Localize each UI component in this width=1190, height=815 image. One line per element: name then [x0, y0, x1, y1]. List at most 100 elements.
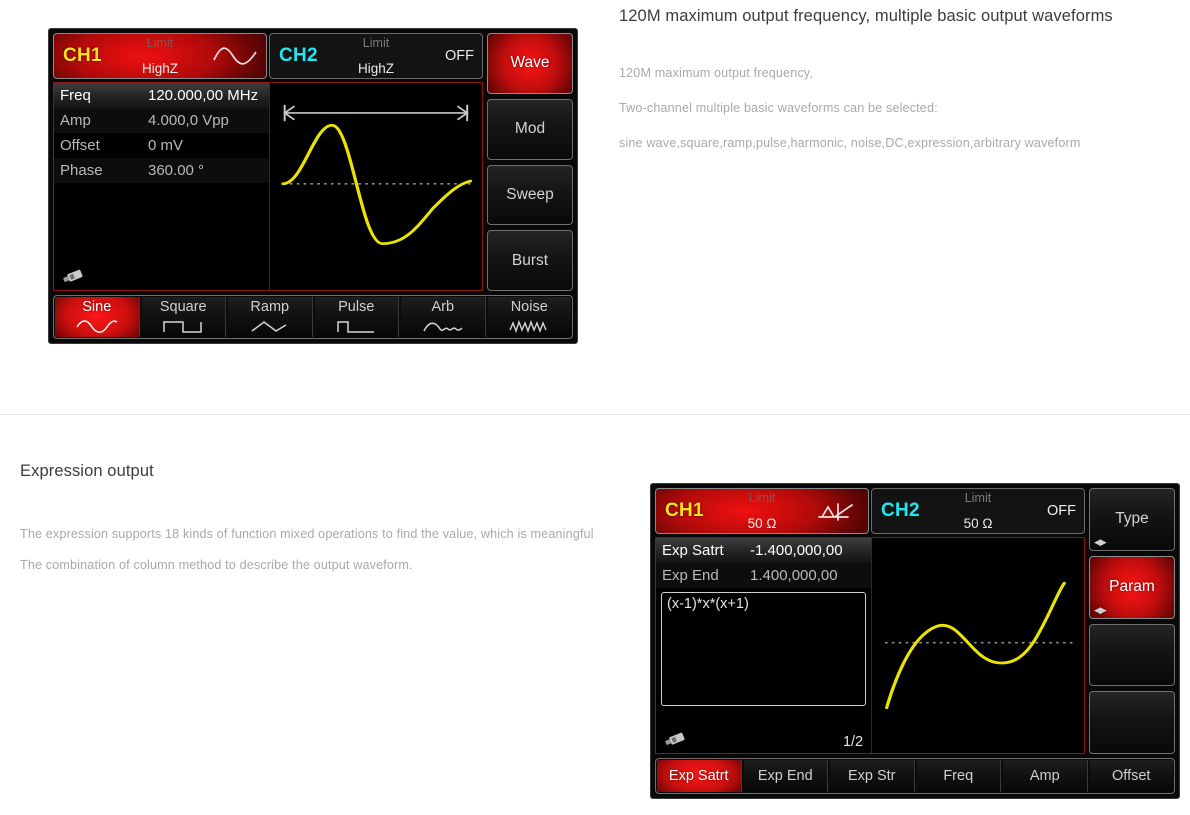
channel-status-bar: CH1 Limit HighZ CH2 Limit HighZ OFF — [53, 33, 483, 79]
menu-key-offset[interactable]: Offset — [1089, 760, 1173, 792]
menu-key-label: Arb — [431, 299, 455, 316]
param-row-phase[interactable]: Phase 360.00 ° — [54, 158, 270, 183]
soft-key-wave[interactable]: Wave — [487, 33, 573, 94]
soft-key-empty-3[interactable] — [1089, 623, 1175, 687]
channel-ch1-impedance: HighZ — [141, 61, 179, 76]
param-row-exp-start[interactable]: Exp Satrt -1.400,000,00 — [656, 538, 872, 563]
menu-key-label: Square — [159, 299, 207, 316]
parameter-list: Exp Satrt -1.400,000,00 Exp End 1.400,00… — [656, 538, 873, 753]
feature-body-bottom: The expression supports 18 kinds of func… — [20, 519, 595, 581]
menu-key-freq[interactable]: Freq — [916, 760, 1001, 792]
soft-key-sweep[interactable]: Sweep — [487, 164, 573, 226]
page-indicator: 1/2 — [842, 734, 864, 750]
menu-key-arb[interactable]: Arb — [401, 297, 486, 337]
channel-ch1-impedance: 50 Ω — [747, 516, 777, 531]
panel-upper-area: CH1 Limit 50 Ω CH2 Limit 50 Ω OFF Exp Sa… — [655, 488, 1175, 754]
panel-display-area: CH1 Limit HighZ CH2 Limit HighZ OFF Freq… — [53, 33, 483, 291]
left-right-arrows-icon: ◀▶ — [1094, 536, 1107, 547]
soft-key-column-bottom: Type ◀▶ Param ◀▶ — [1089, 488, 1175, 754]
menu-key-label: Exp Satrt — [668, 767, 729, 784]
param-row-amp[interactable]: Amp 4.000,0 Vpp — [54, 108, 270, 133]
menu-key-square[interactable]: Square — [141, 297, 226, 337]
menu-key-noise[interactable]: Noise — [487, 297, 571, 337]
feature-paragraph: Two-channel multiple basic waveforms can… — [619, 101, 938, 116]
menu-key-label: Exp Str — [847, 767, 896, 784]
menu-key-amp[interactable]: Amp — [1003, 760, 1088, 792]
feature-block-top: 120M maximum output frequency, multiple … — [619, 5, 1179, 152]
param-value: 4.000,0 Vpp — [148, 112, 229, 129]
menu-key-label: Exp End — [757, 767, 813, 784]
parameter-list: Freq 120.000,00 MHz Amp 4.000,0 Vpp Offs… — [54, 83, 271, 290]
param-value: 0 mV — [148, 137, 184, 154]
menu-key-ramp[interactable]: Ramp — [228, 297, 313, 337]
channel-ch2-limit-label: Limit — [964, 491, 992, 505]
usb-drive-icon — [663, 730, 689, 748]
menu-key-label: Amp — [1029, 767, 1060, 784]
soft-key-param[interactable]: Param ◀▶ — [1089, 555, 1175, 619]
soft-key-mod[interactable]: Mod — [487, 98, 573, 160]
section-divider — [0, 414, 1190, 415]
param-value: -1.400,000,00 — [750, 542, 843, 559]
main-screen: Freq 120.000,00 MHz Amp 4.000,0 Vpp Offs… — [53, 82, 483, 291]
arbitrary-wave-icon — [421, 319, 465, 334]
soft-key-label: Burst — [511, 251, 549, 269]
param-value: 360.00 ° — [148, 162, 205, 179]
channel-ch1-limit-label: Limit — [748, 491, 776, 505]
channel-ch2-status[interactable]: CH2 Limit 50 Ω OFF — [871, 488, 1085, 534]
menu-key-label: Offset — [1112, 767, 1151, 784]
channel-ch2-impedance: 50 Ω — [963, 516, 993, 531]
param-row-offset[interactable]: Offset 0 mV — [54, 133, 269, 158]
feature-heading-bottom: Expression output — [20, 462, 154, 480]
signal-generator-panel-bottom: CH1 Limit 50 Ω CH2 Limit 50 Ω OFF Exp Sa… — [650, 483, 1180, 799]
channel-ch2-name: CH2 — [279, 45, 318, 66]
menu-key-pulse[interactable]: Pulse — [314, 297, 399, 337]
waveform-preview-bottom — [872, 538, 1084, 753]
param-row-freq[interactable]: Freq 120.000,00 MHz — [54, 83, 270, 108]
noise-wave-icon — [507, 319, 551, 334]
menu-key-label: Pulse — [338, 299, 375, 316]
left-right-arrows-icon: ◀▶ — [1094, 604, 1107, 615]
usb-drive-icon — [61, 267, 87, 285]
channel-ch2-limit-label: Limit — [362, 36, 390, 50]
pulse-wave-icon — [334, 319, 378, 334]
menu-key-exp-start[interactable]: Exp Satrt — [657, 760, 742, 792]
expression-menu-bar: Exp Satrt Exp End Exp Str Freq Amp Offse… — [655, 758, 1175, 794]
panel-display-area: CH1 Limit 50 Ω CH2 Limit 50 Ω OFF Exp Sa… — [655, 488, 1085, 754]
menu-key-exp-end[interactable]: Exp End — [743, 760, 828, 792]
channel-ch1-name: CH1 — [665, 500, 704, 521]
soft-key-type[interactable]: Type ◀▶ — [1089, 488, 1175, 551]
feature-block-bottom: Expression output The expression support… — [20, 460, 595, 581]
menu-key-sine[interactable]: Sine — [55, 297, 140, 337]
channel-ch2-status[interactable]: CH2 Limit HighZ OFF — [269, 33, 483, 79]
sine-wave-icon — [212, 43, 258, 69]
waveform-preview-top — [270, 83, 482, 290]
channel-ch2-impedance: HighZ — [357, 61, 395, 76]
feature-body-top: 120M maximum output frequency, Two-chann… — [619, 65, 1179, 152]
channel-status-bar: CH1 Limit 50 Ω CH2 Limit 50 Ω OFF — [655, 488, 1085, 534]
soft-key-empty-4[interactable] — [1089, 691, 1175, 754]
feature-heading-top: 120M maximum output frequency, multiple … — [619, 7, 1113, 25]
ramp-wave-icon — [248, 319, 292, 334]
main-screen: Exp Satrt -1.400,000,00 Exp End 1.400,00… — [655, 537, 1085, 754]
param-key: Phase — [60, 162, 103, 179]
channel-ch1-status[interactable]: CH1 Limit HighZ — [53, 33, 267, 79]
channel-ch1-status[interactable]: CH1 Limit 50 Ω — [655, 488, 869, 534]
menu-key-exp-str[interactable]: Exp Str — [830, 760, 915, 792]
menu-key-label: Sine — [82, 299, 112, 316]
channel-ch1-name: CH1 — [63, 45, 102, 66]
param-row-exp-end[interactable]: Exp End 1.400,000,00 — [656, 563, 872, 588]
expression-input[interactable]: (x-1)*x*(x+1) — [661, 592, 867, 706]
param-value: 1.400,000,00 — [750, 567, 838, 584]
soft-key-burst[interactable]: Burst — [487, 230, 573, 291]
channel-ch2-state: OFF — [1047, 503, 1076, 519]
soft-key-label: Sweep — [506, 185, 554, 203]
waveform-menu-bar: Sine Square Ramp Pulse Arb Noise — [53, 295, 573, 339]
menu-key-label: Noise — [510, 299, 548, 316]
channel-ch2-name: CH2 — [881, 500, 920, 521]
param-key: Offset — [60, 137, 100, 154]
menu-key-label: Freq — [943, 767, 974, 784]
channel-ch2-state: OFF — [445, 48, 474, 64]
channel-ch1-limit-label: Limit — [146, 36, 174, 50]
expression-text: (x-1)*x*(x+1) — [667, 596, 749, 612]
soft-key-label: Type — [1115, 510, 1149, 528]
